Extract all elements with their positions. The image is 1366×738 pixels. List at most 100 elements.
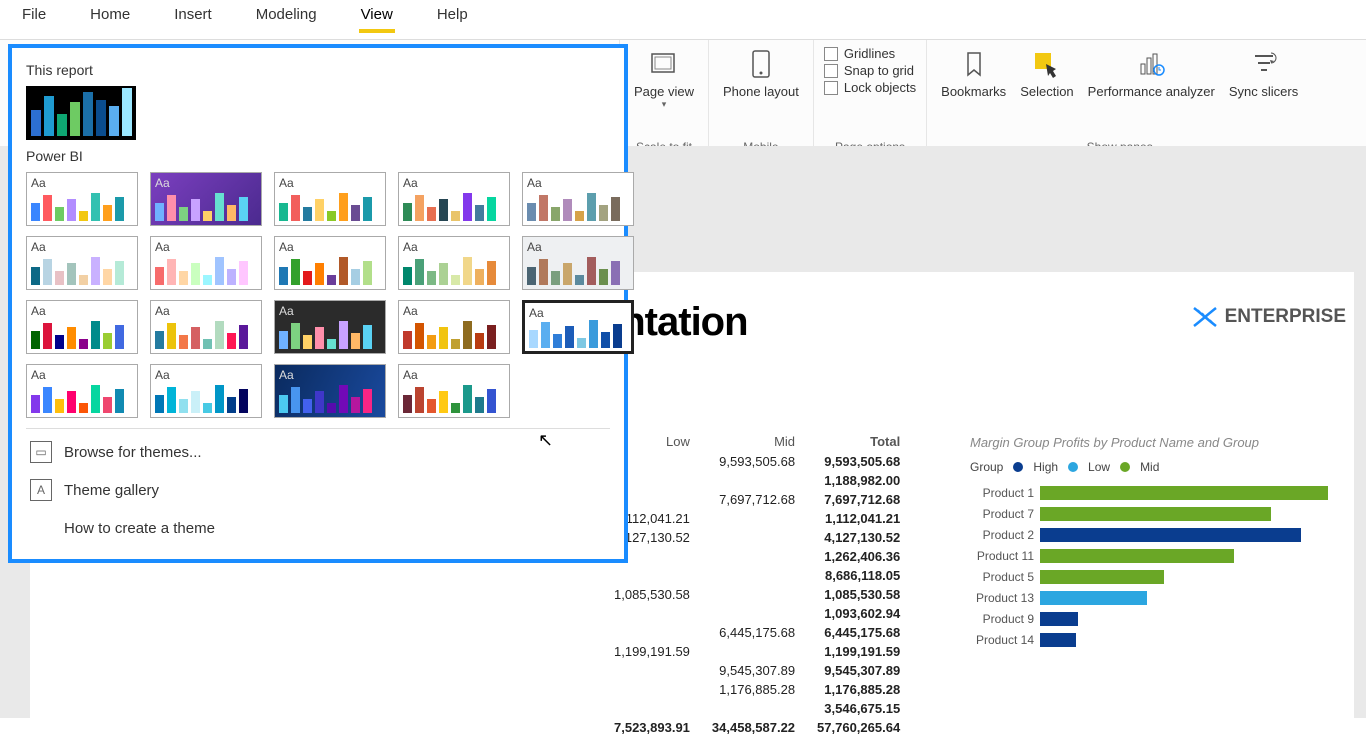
powerbi-heading: Power BI	[26, 148, 610, 164]
table-row: 1,176,885.281,176,885.28	[604, 681, 910, 698]
performance-icon	[1133, 46, 1169, 82]
legend-label: Low	[1088, 460, 1110, 474]
current-theme-tile[interactable]	[26, 86, 136, 140]
chart-bar	[1040, 591, 1147, 605]
chart-bar-label: Product 1	[970, 486, 1040, 500]
chart-bar	[1040, 612, 1078, 626]
selection-button[interactable]: Selection	[1016, 44, 1077, 101]
chart-title: Margin Group Profits by Product Name and…	[970, 435, 1350, 450]
theme-tile[interactable]: Aa	[398, 300, 510, 354]
snap-checkbox[interactable]: Snap to grid	[824, 63, 916, 78]
table-row: 1,199,191.591,199,191.59	[604, 643, 910, 660]
theme-grid: AaAaAaAaAaAaAaAaAaAaAaAaAaAaAaAaAaAaAa	[26, 172, 610, 418]
table-header: Mid	[702, 432, 805, 451]
legend-dot	[1013, 462, 1023, 472]
table-row: 9,593,505.689,593,505.68	[604, 453, 910, 470]
chart-bar-row: Product 2	[970, 526, 1350, 544]
theme-tile[interactable]: Aa	[398, 172, 510, 226]
brand-logo: ENTERPRISE	[1191, 305, 1346, 329]
theme-tile[interactable]: Aa	[522, 300, 634, 354]
theme-tile[interactable]: Aa	[274, 236, 386, 290]
performance-button[interactable]: Performance analyzer	[1084, 44, 1219, 101]
this-report-heading: This report	[26, 62, 610, 78]
sync-slicers-button[interactable]: Sync slicers	[1225, 44, 1302, 101]
theme-tile[interactable]: Aa	[26, 236, 138, 290]
menu-file[interactable]: File	[20, 4, 48, 33]
theme-tile[interactable]: Aa	[150, 236, 262, 290]
menu-view[interactable]: View	[359, 4, 395, 33]
chart-legend: GroupHighLowMid	[970, 460, 1350, 474]
checkbox-icon	[824, 81, 838, 95]
lock-checkbox[interactable]: Lock objects	[824, 80, 916, 95]
page-view-icon	[646, 46, 682, 82]
checkbox-icon	[824, 64, 838, 78]
table-header: Total	[807, 432, 910, 451]
chart-bar-label: Product 9	[970, 612, 1040, 626]
menu-modeling[interactable]: Modeling	[254, 4, 319, 33]
theme-tile[interactable]: Aa	[26, 172, 138, 226]
show-panes-group: Bookmarks Selection Performance analyzer…	[927, 40, 1312, 156]
phone-icon	[743, 46, 779, 82]
chart-bar	[1040, 507, 1271, 521]
theme-tile[interactable]: Aa	[522, 172, 634, 226]
gallery-icon: A	[30, 479, 52, 501]
chart-bar-row: Product 13	[970, 589, 1350, 607]
chart-bar	[1040, 633, 1076, 647]
chart-bar-label: Product 5	[970, 570, 1040, 584]
howto-theme-item[interactable]: How to create a theme	[26, 509, 610, 547]
legend-label: Mid	[1140, 460, 1159, 474]
table-row: 3,546,675.15	[604, 700, 910, 717]
chart-bar-label: Product 7	[970, 507, 1040, 521]
chart-bar-row: Product 5	[970, 568, 1350, 586]
chart-bar-row: Product 7	[970, 505, 1350, 523]
phone-layout-label: Phone layout	[723, 84, 799, 99]
margin-chart: Margin Group Profits by Product Name and…	[970, 435, 1350, 652]
browse-themes-item[interactable]: ▭Browse for themes...	[26, 433, 610, 471]
theme-tile[interactable]: Aa	[398, 364, 510, 418]
checkbox-icon	[824, 47, 838, 61]
menu-help[interactable]: Help	[435, 4, 470, 33]
chart-bar	[1040, 549, 1234, 563]
table-row: 1,085,530.581,085,530.58	[604, 586, 910, 603]
theme-tile[interactable]: Aa	[150, 364, 262, 418]
theme-tile[interactable]: Aa	[522, 236, 634, 290]
chart-bar-row: Product 14	[970, 631, 1350, 649]
data-table: LowMidTotal 9,593,505.689,593,505.681,18…	[602, 430, 912, 738]
phone-layout-button[interactable]: Phone layout	[719, 44, 803, 101]
chart-bar	[1040, 486, 1328, 500]
selection-icon	[1029, 46, 1065, 82]
page-view-label: Page view	[634, 84, 694, 99]
chart-bar-label: Product 2	[970, 528, 1040, 542]
menu-bar: File Home Insert Modeling View Help	[0, 0, 1366, 39]
bookmark-icon	[956, 46, 992, 82]
sync-icon	[1246, 46, 1282, 82]
browse-icon: ▭	[30, 441, 52, 463]
cursor-icon: ↖	[538, 430, 553, 451]
legend-dot	[1120, 462, 1130, 472]
theme-tile[interactable]: Aa	[274, 172, 386, 226]
theme-dropdown-panel: This report Power BI AaAaAaAaAaAaAaAaAaA…	[8, 44, 628, 563]
table-row: 1,262,406.36	[604, 548, 910, 565]
scale-group: Page view ▾ Scale to fit	[620, 40, 709, 156]
theme-tile[interactable]: Aa	[26, 364, 138, 418]
chart-bar-label: Product 11	[970, 549, 1040, 563]
theme-tile[interactable]: Aa	[398, 236, 510, 290]
theme-tile[interactable]: Aa	[150, 300, 262, 354]
gridlines-checkbox[interactable]: Gridlines	[824, 46, 916, 61]
table-row: 1,093,602.94	[604, 605, 910, 622]
chart-bar	[1040, 528, 1301, 542]
theme-tile[interactable]: Aa	[274, 364, 386, 418]
page-view-button[interactable]: Page view ▾	[630, 44, 698, 112]
menu-home[interactable]: Home	[88, 4, 132, 33]
theme-tile[interactable]: Aa	[274, 300, 386, 354]
theme-tile[interactable]: Aa	[150, 172, 262, 226]
theme-tile[interactable]: Aa	[26, 300, 138, 354]
chart-bar-label: Product 14	[970, 633, 1040, 647]
menu-insert[interactable]: Insert	[172, 4, 214, 33]
theme-gallery-item[interactable]: ATheme gallery	[26, 471, 610, 509]
bookmarks-button[interactable]: Bookmarks	[937, 44, 1010, 101]
chart-bar-label: Product 13	[970, 591, 1040, 605]
table-row: 4,127,130.524,127,130.52	[604, 529, 910, 546]
table-row: 7,697,712.687,697,712.68	[604, 491, 910, 508]
table-row: 6,445,175.686,445,175.68	[604, 624, 910, 641]
